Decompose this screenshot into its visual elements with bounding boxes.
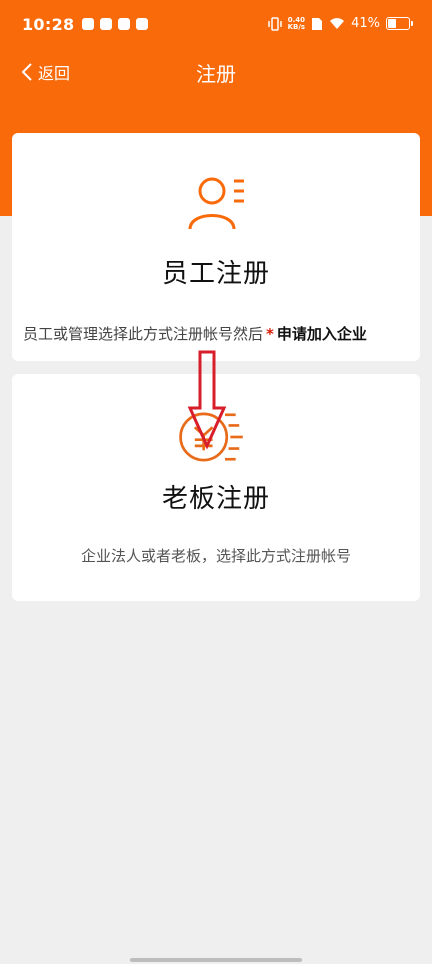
employee-register-card[interactable]: 员工注册 员工或管理选择此方式注册帐号然后 * 申请加入企业 xyxy=(12,133,420,361)
boss-card-description: 企业法人或者老板，选择此方式注册帐号 xyxy=(80,547,351,565)
employee-user-icon xyxy=(188,177,244,230)
status-bar: 10:28 0.40 KB/s 41% xyxy=(0,0,432,52)
join-company-text: 申请加入企业 xyxy=(276,325,367,343)
page-title: 注册 xyxy=(196,62,236,86)
status-time: 10:28 xyxy=(22,15,75,34)
nav-bar: 返回 注册 xyxy=(0,52,432,92)
network-speed: 0.40 KB/s xyxy=(287,15,306,31)
required-star: * xyxy=(266,325,274,343)
home-indicator[interactable] xyxy=(130,958,302,962)
notification-icons xyxy=(82,18,148,30)
sim-icon xyxy=(312,17,323,30)
vibrate-icon xyxy=(267,16,282,31)
app-notification-icon xyxy=(82,18,94,30)
status-right: 0.40 KB/s 41% xyxy=(267,15,413,31)
video-notification-icon xyxy=(118,18,130,30)
employee-card-title: 员工注册 xyxy=(161,259,270,289)
mail-notification-icon xyxy=(100,18,112,30)
boss-card-title: 老板注册 xyxy=(161,484,270,514)
wifi-icon xyxy=(330,18,345,29)
battery-percent: 41% xyxy=(351,16,380,31)
chat-notification-icon xyxy=(136,18,148,30)
battery-icon xyxy=(386,17,413,30)
employee-card-description: 员工或管理选择此方式注册帐号然后 * 申请加入企业 xyxy=(23,325,367,343)
down-arrow-annotation-icon xyxy=(188,350,227,450)
